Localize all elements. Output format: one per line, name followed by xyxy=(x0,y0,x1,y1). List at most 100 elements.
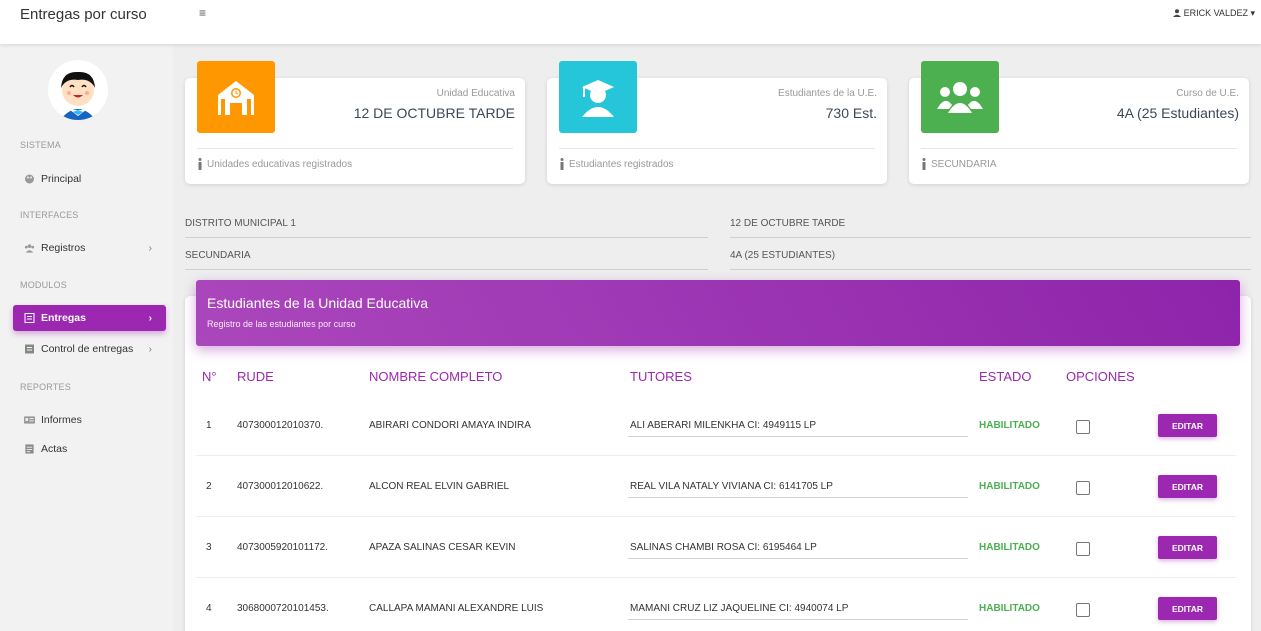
row-checkbox[interactable] xyxy=(1076,542,1090,556)
card-category: Unidad Educativa xyxy=(436,88,515,99)
card-unidad-educativa: Unidad Educativa 12 DE OCTUBRE TARDE Uni… xyxy=(185,61,525,184)
document-icon xyxy=(25,444,34,454)
tutor-underline xyxy=(628,436,968,437)
curso-field: 4A (25 ESTUDIANTES) xyxy=(730,247,1251,270)
row-rude: 4073005920101172. xyxy=(237,542,329,553)
table-row: 1 407300012010370. ABIRARI CONDORI AMAYA… xyxy=(196,396,1236,456)
user-name: ERICK VALDEZ xyxy=(1183,8,1248,18)
divider xyxy=(921,148,1237,149)
tutor-underline xyxy=(628,558,968,559)
column-header-opciones: OPCIONES xyxy=(1066,369,1135,384)
section-sistema: SISTEMA xyxy=(20,140,61,150)
avatar xyxy=(48,60,108,120)
card-category: Curso de U.E. xyxy=(1176,88,1239,99)
row-nombre: CALLAPA MAMANI ALEXANDRE LUIS xyxy=(369,603,544,614)
card-footer: Unidades educativas registrados xyxy=(197,158,352,170)
tutor-underline xyxy=(628,497,968,498)
menu-toggle-icon[interactable]: ≡ xyxy=(199,6,206,20)
row-rude: 407300012010622. xyxy=(237,481,324,492)
row-tutor[interactable]: REAL VILA NATALY VIVIANA CI: 6141705 LP xyxy=(630,481,833,492)
info-icon xyxy=(560,158,564,170)
row-number: 3 xyxy=(206,542,212,553)
edit-button[interactable]: EDITAR xyxy=(1158,597,1217,620)
edit-button[interactable]: EDITAR xyxy=(1158,475,1217,498)
row-tutor[interactable]: SALINAS CHAMBI ROSA CI: 6195464 LP xyxy=(630,542,817,553)
column-header-tutores: TUTORES xyxy=(630,369,692,384)
table-row: 2 407300012010622. ALCON REAL ELVIN GABR… xyxy=(196,457,1236,517)
page-title: Entregas por curso xyxy=(20,6,147,23)
unidad-field: 12 DE OCTUBRE TARDE xyxy=(730,215,1251,238)
card-value: 4A (25 Estudiantes) xyxy=(1116,105,1239,121)
row-tutor[interactable]: ALI ABERARI MILENKHA CI: 4949115 LP xyxy=(630,420,816,431)
school-icon xyxy=(197,61,275,133)
palette-icon xyxy=(25,174,34,184)
tutor-underline xyxy=(628,619,968,620)
column-header-nombre: NOMBRE COMPLETO xyxy=(369,369,503,384)
row-estado: HABILITADO xyxy=(979,542,1040,553)
row-estado: HABILITADO xyxy=(979,420,1040,431)
info-icon xyxy=(198,158,202,170)
sidebar-item-label: Informes xyxy=(41,414,82,426)
row-nombre: ABIRARI CONDORI AMAYA INDIRA xyxy=(369,420,531,431)
card-estudiantes: Estudiantes de la U.E. 730 Est. Estudian… xyxy=(547,61,887,184)
card-header-title: Estudiantes de la Unidad Educativa xyxy=(207,295,429,311)
row-tutor[interactable]: MAMANI CRUZ LIZ JAQUELINE CI: 4940074 LP xyxy=(630,603,848,614)
sidebar-item-label: Registros xyxy=(41,242,86,254)
id-card-icon xyxy=(24,416,35,424)
row-checkbox[interactable] xyxy=(1076,420,1090,434)
section-interfaces: INTERFACES xyxy=(20,210,79,220)
users-icon xyxy=(24,244,35,253)
chevron-right-icon: › xyxy=(148,312,152,324)
divider xyxy=(197,148,513,149)
card-category: Estudiantes de la U.E. xyxy=(778,88,877,99)
row-number: 4 xyxy=(206,603,212,614)
divider xyxy=(559,148,875,149)
clipboard-icon xyxy=(25,344,34,354)
graduate-icon xyxy=(559,61,637,133)
sidebar-item-principal[interactable]: Principal xyxy=(13,166,166,192)
caret-down-icon: ▾ xyxy=(1250,8,1255,18)
sidebar-item-label: Entregas xyxy=(41,312,86,324)
row-divider xyxy=(196,577,1236,578)
row-rude: 407300012010370. xyxy=(237,420,324,431)
row-estado: HABILITADO xyxy=(979,481,1040,492)
row-nombre: ALCON REAL ELVIN GABRIEL xyxy=(369,481,510,492)
edit-button[interactable]: EDITAR xyxy=(1158,536,1217,559)
row-checkbox[interactable] xyxy=(1076,481,1090,495)
group-icon xyxy=(921,61,999,133)
sidebar-item-label: Actas xyxy=(41,443,68,455)
chevron-right-icon: › xyxy=(148,343,152,355)
card-footer: SECUNDARIA xyxy=(921,158,997,170)
row-nombre: APAZA SALINAS CESAR KEVIN xyxy=(369,542,516,553)
card-header-subtitle: Registro de las estudiantes por curso xyxy=(207,319,356,329)
row-divider xyxy=(196,516,1236,517)
sidebar-item-informes[interactable]: Informes xyxy=(13,407,166,433)
row-estado: HABILITADO xyxy=(979,603,1040,614)
distrito-field: DISTRITO MUNICIPAL 1 xyxy=(185,215,708,238)
sidebar-item-actas[interactable]: Actas xyxy=(13,436,166,462)
column-header-estado: ESTADO xyxy=(979,369,1032,384)
card-value: 730 Est. xyxy=(825,105,877,121)
row-divider xyxy=(196,455,1236,456)
section-reportes: REPORTES xyxy=(20,382,71,392)
card-value: 12 DE OCTUBRE TARDE xyxy=(353,105,515,121)
row-number: 2 xyxy=(206,481,212,492)
card-footer-text: Estudiantes registrados xyxy=(569,158,674,170)
card-footer: Estudiantes registrados xyxy=(559,158,674,170)
card-curso: Curso de U.E. 4A (25 Estudiantes) SECUND… xyxy=(909,61,1249,184)
students-card-header: Estudiantes de la Unidad Educativa Regis… xyxy=(196,280,1240,346)
row-number: 1 xyxy=(206,420,212,431)
nivel-field: SECUNDARIA xyxy=(185,247,708,270)
row-checkbox[interactable] xyxy=(1076,603,1090,617)
table-row: 4 3068000720101453. CALLAPA MAMANI ALEXA… xyxy=(196,579,1236,631)
edit-button[interactable]: EDITAR xyxy=(1158,414,1217,437)
row-rude: 3068000720101453. xyxy=(237,603,329,614)
column-header-rude: RUDE xyxy=(237,369,274,384)
table-row: 3 4073005920101172. APAZA SALINAS CESAR … xyxy=(196,518,1236,578)
sidebar-item-control-de-entregas[interactable]: Control de entregas › xyxy=(13,336,166,362)
sidebar-item-entregas[interactable]: Entregas › xyxy=(13,305,166,331)
column-header-n: N° xyxy=(202,369,217,384)
user-menu[interactable]: ERICK VALDEZ ▾ xyxy=(1173,8,1255,19)
sidebar-item-registros[interactable]: Registros › xyxy=(13,235,166,261)
chevron-right-icon: › xyxy=(148,242,152,254)
